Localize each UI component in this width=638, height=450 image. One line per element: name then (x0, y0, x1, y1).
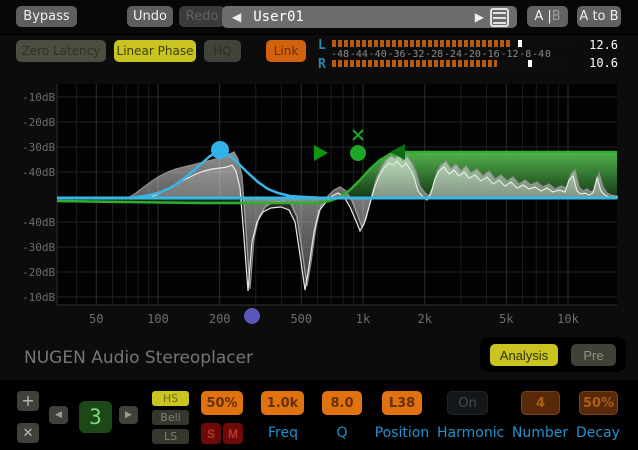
meter-r-peak (528, 60, 532, 67)
remove-band-button[interactable]: ✕ (17, 423, 39, 443)
q-label: Q (312, 425, 372, 441)
decay-label: Decay (568, 425, 628, 441)
freq-axis-label: 500 (290, 312, 312, 326)
meter-l-fill (332, 40, 510, 47)
hq-button[interactable]: HQ (204, 40, 241, 62)
prev-band-button[interactable]: ◀ (49, 406, 68, 424)
meter-r-label: R (318, 57, 326, 72)
preset-menu-icon[interactable] (490, 8, 509, 27)
db-axis-label: -30dB (22, 241, 55, 254)
shape-bell-button[interactable]: Bell (152, 410, 189, 425)
ab-b-label: B (552, 9, 561, 24)
meter-l-bar (332, 40, 572, 47)
meter-r-value: 10.6 (578, 56, 618, 70)
db-axis-label: -10dB (22, 91, 55, 104)
q-value-button[interactable]: 8.0 (322, 391, 362, 415)
ab-compare-button[interactable]: A |B (527, 6, 568, 27)
freq-value-button[interactable]: 1.0k (261, 391, 304, 415)
redo-button[interactable]: Redo (179, 6, 225, 27)
bypass-button[interactable]: Bypass (16, 6, 77, 27)
eq-graph[interactable]: -10dB -20dB -30dB -40dB -40dB -30dB -20dB -10dB… (0, 80, 638, 330)
freq-axis-label: 50 (89, 312, 103, 326)
analysis-group: Analysis Pre (480, 337, 626, 372)
zero-latency-button[interactable]: Zero Latency (16, 40, 106, 62)
decay-value-button[interactable]: 50% (579, 391, 618, 415)
position-label: Position (372, 425, 432, 441)
freq-axis-label: 100 (147, 312, 169, 326)
linear-phase-button[interactable]: Linear Phase (114, 40, 196, 62)
db-axis-label: -40dB (22, 166, 55, 179)
freq-axis-label: 1k (356, 312, 371, 326)
mute-button[interactable]: M (223, 423, 243, 444)
band-control-bar: + ✕ ◀ 3 ▶ HS Bell LS 50% S M 1.0k Freq 8… (0, 380, 638, 450)
band-number-display: 3 (79, 401, 112, 433)
meter-r-fill (332, 60, 497, 67)
title-bar: Bypass Undo Redo ◀ User01 ▶ A |B A to B (0, 0, 638, 35)
position-value-button[interactable]: L38 (382, 391, 422, 415)
meter-r-bar (332, 60, 572, 67)
add-band-button[interactable]: + (17, 391, 39, 411)
freq-label: Freq (253, 425, 313, 441)
db-axis-label: -10dB (22, 291, 55, 304)
db-axis-label: -20dB (22, 266, 55, 279)
meter-l-peak (518, 40, 522, 47)
brand-title: NUGEN Audio Stereoplacer (24, 348, 253, 368)
purple-band-handle[interactable] (244, 308, 260, 324)
meter-l-label: L (318, 38, 326, 53)
number-label: Number (510, 425, 570, 441)
freq-axis-label: 200 (209, 312, 231, 326)
preset-name: User01 (253, 9, 475, 25)
shape-ls-button[interactable]: LS (152, 429, 189, 444)
ab-a-label: A | (534, 9, 551, 24)
harmonic-label: Harmonic (437, 425, 497, 441)
freq-axis-label: 5k (499, 312, 514, 326)
preset-prev-icon[interactable]: ◀ (232, 6, 241, 28)
undo-button[interactable]: Undo (127, 6, 173, 27)
freq-axis-label: 2k (417, 312, 432, 326)
shape-hs-button[interactable]: HS (152, 391, 189, 406)
meter-scale: -48-44-40-36-32-28-24-20-16-12-8-40 (331, 49, 551, 60)
preset-next-icon[interactable]: ▶ (475, 6, 484, 28)
stereoplacer-window: Bypass Undo Redo ◀ User01 ▶ A |B A to B … (0, 0, 638, 450)
db-axis-label: -20dB (22, 116, 55, 129)
preset-selector[interactable]: ◀ User01 ▶ (222, 6, 517, 28)
analysis-button[interactable]: Analysis (490, 344, 558, 366)
link-button[interactable]: Link (266, 40, 306, 62)
meter-l-value: 12.6 (578, 38, 618, 52)
number-value-button[interactable]: 4 (521, 391, 560, 415)
a-to-b-button[interactable]: A to B (577, 6, 621, 27)
width-value-button[interactable]: 50% (201, 391, 243, 415)
pre-button[interactable]: Pre (571, 344, 616, 366)
db-axis-label: -40dB (22, 216, 55, 229)
blue-band-handle[interactable] (211, 141, 229, 159)
solo-button[interactable]: S (201, 423, 221, 444)
harmonic-toggle-button[interactable]: On (447, 391, 488, 415)
freq-axis-label: 10k (557, 312, 579, 326)
db-axis-label: -30dB (22, 141, 55, 154)
green-band-handle[interactable] (350, 145, 366, 161)
next-band-button[interactable]: ▶ (119, 406, 138, 424)
